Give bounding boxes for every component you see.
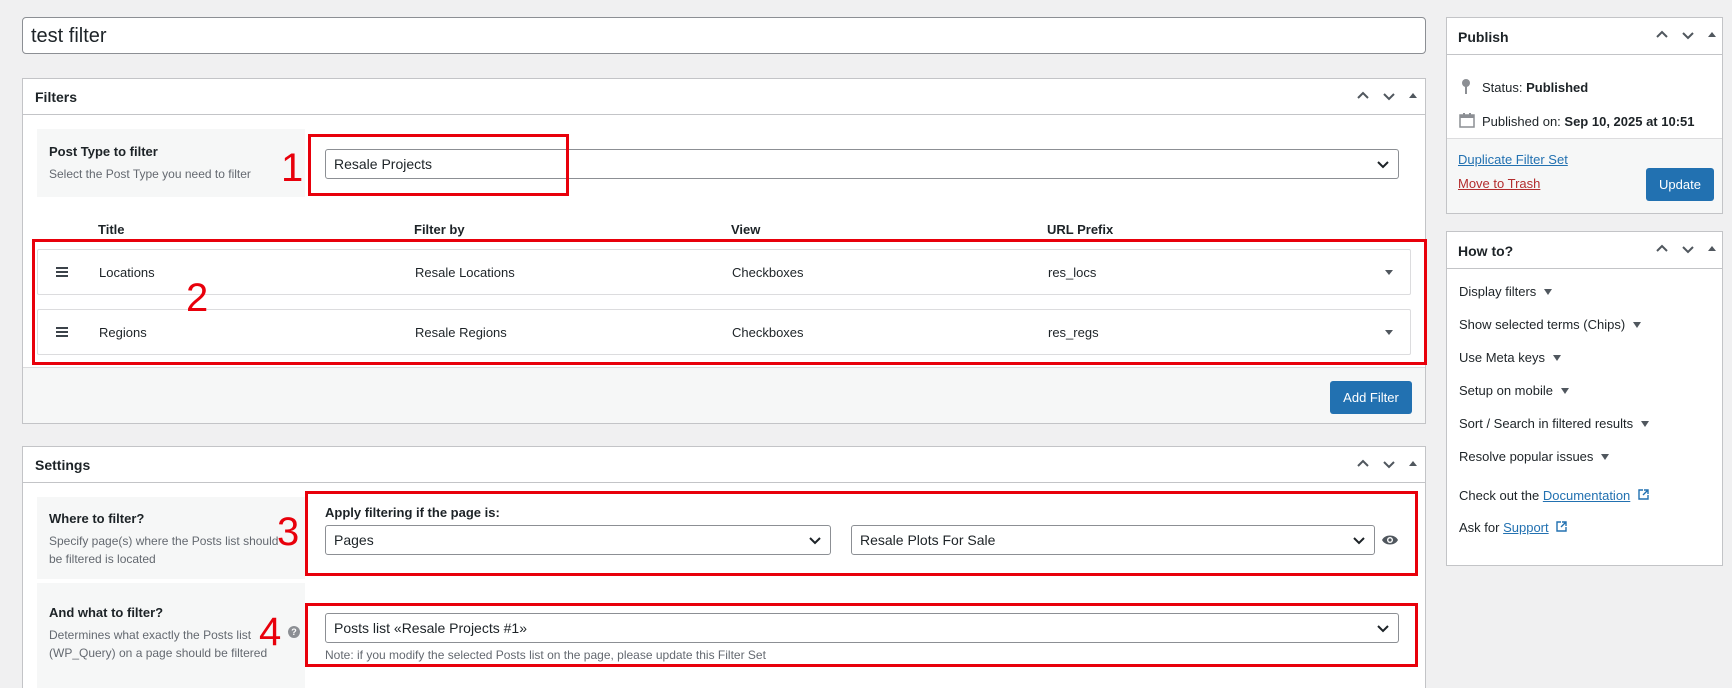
move-to-trash-link[interactable]: Move to Trash (1458, 176, 1540, 191)
collapse-toggle-icon[interactable] (1407, 456, 1419, 472)
what-description-1: Determines what exactly the Posts list (49, 628, 252, 642)
howto-item-label: Setup on mobile (1459, 383, 1553, 398)
support-line: Ask for Support (1459, 520, 1567, 535)
howto-item-label: Sort / Search in filtered results (1459, 416, 1634, 431)
move-up-icon[interactable] (1654, 241, 1670, 257)
status-label: Status: (1482, 80, 1523, 95)
publish-box: Publish Status: Published Published on: … (1446, 17, 1723, 214)
chevron-down-icon (1377, 161, 1389, 169)
annotation-box-3 (305, 491, 1418, 576)
where-label: Where to filter? (49, 511, 145, 526)
collapse-toggle-icon[interactable] (1706, 241, 1718, 257)
howto-item-label: Show selected terms (Chips) (1459, 317, 1626, 332)
move-up-icon[interactable] (1654, 27, 1670, 43)
published-value: Sep 10, 2025 at 10:51 (1564, 114, 1695, 129)
where-description-1: Specify page(s) where the Posts list sho… (49, 534, 279, 548)
howto-box: How to? Display filters Show selected te… (1446, 231, 1723, 566)
help-icon[interactable]: ? (288, 626, 300, 638)
support-prefix: Ask for (1459, 520, 1500, 535)
column-header-filter-by: Filter by (414, 222, 465, 237)
move-down-icon[interactable] (1381, 88, 1397, 104)
howto-item-chips[interactable]: Show selected terms (Chips) (1459, 317, 1642, 332)
howto-item-meta-keys[interactable]: Use Meta keys (1459, 350, 1561, 365)
move-down-icon[interactable] (1381, 456, 1397, 472)
filters-footer (23, 368, 1425, 423)
post-type-description: Select the Post Type you need to filter (49, 167, 251, 181)
howto-item-label: Resolve popular issues (1459, 449, 1594, 464)
howto-box-header: How to? (1447, 232, 1722, 269)
annotation-box-4 (305, 603, 1418, 667)
annotation-number-2: 2 (186, 276, 209, 320)
settings-box-title: Settings (35, 457, 91, 473)
howto-item-label: Use Meta keys (1459, 350, 1545, 365)
duplicate-filter-set-link[interactable]: Duplicate Filter Set (1458, 152, 1568, 167)
move-down-icon[interactable] (1680, 241, 1696, 257)
column-header-title: Title (98, 222, 125, 237)
where-description-2: be filtered is located (49, 552, 156, 566)
add-filter-button[interactable]: Add Filter (1330, 381, 1412, 414)
annotation-number-1: 1 (281, 146, 304, 190)
status-value: Published (1526, 80, 1589, 95)
howto-item-issues[interactable]: Resolve popular issues (1459, 449, 1610, 464)
post-type-label-block: Post Type to filter Select the Post Type… (37, 129, 305, 197)
caret-down-icon (1601, 454, 1610, 460)
annotation-box-2 (32, 239, 1427, 365)
publish-box-title: Publish (1458, 29, 1509, 45)
what-description-2: (WP_Query) on a page should be filtered (49, 646, 268, 660)
annotation-number-3: 3 (277, 510, 300, 554)
collapse-toggle-icon[interactable] (1706, 27, 1718, 43)
howto-item-display-filters[interactable]: Display filters (1459, 284, 1553, 299)
pin-icon (1462, 79, 1470, 94)
howto-box-title: How to? (1458, 243, 1514, 259)
howto-item-label: Display filters (1459, 284, 1537, 299)
status-line: Status: Published (1482, 80, 1588, 95)
published-label: Published on: (1482, 114, 1561, 129)
move-down-icon[interactable] (1680, 27, 1696, 43)
post-title-value: test filter (31, 25, 107, 47)
move-up-icon[interactable] (1355, 456, 1371, 472)
external-link-icon (1556, 521, 1567, 532)
howto-item-mobile[interactable]: Setup on mobile (1459, 383, 1569, 398)
caret-down-icon (1552, 355, 1561, 361)
post-type-label: Post Type to filter (49, 144, 158, 159)
column-header-url-prefix: URL Prefix (1047, 222, 1114, 237)
annotation-box-1 (308, 134, 569, 196)
howto-item-sort-search[interactable]: Sort / Search in filtered results (1459, 416, 1650, 431)
settings-box-header: Settings (23, 447, 1425, 483)
update-button[interactable]: Update (1646, 168, 1714, 201)
where-label-block: Where to filter? Specify page(s) where t… (37, 497, 305, 579)
move-up-icon[interactable] (1355, 88, 1371, 104)
documentation-link[interactable]: Documentation (1543, 488, 1630, 503)
publish-box-header: Publish (1447, 18, 1722, 55)
caret-down-icon (1544, 289, 1553, 295)
documentation-line: Check out the Documentation (1459, 488, 1649, 503)
caret-down-icon (1633, 322, 1642, 328)
annotation-number-4: 4 (259, 610, 282, 654)
published-line: Published on: Sep 10, 2025 at 10:51 (1482, 114, 1695, 129)
docs-prefix: Check out the (1459, 488, 1540, 503)
post-title-input[interactable]: test filter (22, 17, 1426, 54)
filters-box-header: Filters (23, 79, 1425, 115)
support-link[interactable]: Support (1503, 520, 1549, 535)
filters-box-title: Filters (35, 89, 78, 105)
column-header-view: View (731, 222, 761, 237)
collapse-toggle-icon[interactable] (1407, 88, 1419, 104)
calendar-icon (1459, 113, 1475, 128)
caret-down-icon (1641, 421, 1650, 427)
external-link-icon (1638, 489, 1649, 500)
caret-down-icon (1560, 388, 1569, 394)
what-label: And what to filter? (49, 605, 164, 620)
